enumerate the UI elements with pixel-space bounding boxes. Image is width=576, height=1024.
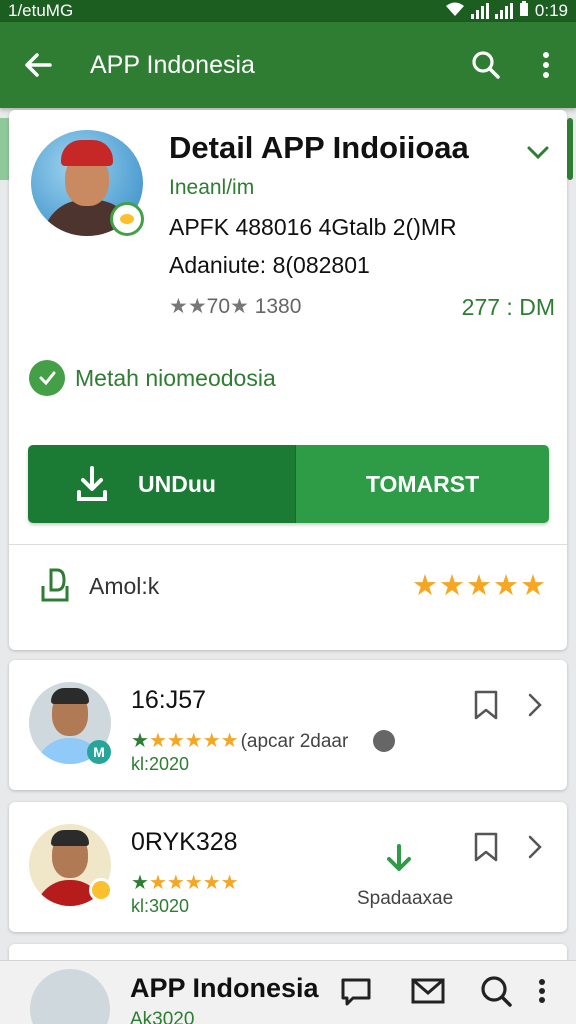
download-button[interactable]: UNDuu <box>28 445 296 523</box>
rating-value: 70 <box>206 295 231 318</box>
install-icon[interactable] <box>37 566 73 609</box>
bottom-bar-title: APP Indonesia <box>130 973 319 1003</box>
list-item[interactable]: 0RYK328 ★★★★★★ kl:3020 Spadaaxae <box>9 802 567 932</box>
battery-icon <box>519 0 529 22</box>
status-icons: 0:19 <box>445 0 568 22</box>
detail-update-info: Adaniute: 8(082801 <box>169 252 370 278</box>
app-bar-title: APP Indonesia <box>90 50 255 79</box>
star-green-icon: ★ <box>131 872 149 894</box>
list-item-rating: ★★★★★★ (apcar 2daar <box>131 728 348 753</box>
avatar[interactable] <box>30 969 110 1024</box>
detail-size: 277 : DM <box>461 294 555 320</box>
detail-rating: ★★70★ 1380 <box>169 294 301 319</box>
bottom-stars: ★★★★★ <box>412 570 547 602</box>
download-icon[interactable] <box>381 842 417 878</box>
download-label: UNDuu <box>138 470 216 497</box>
bookmark-icon[interactable] <box>473 690 499 725</box>
more-vert-icon[interactable] <box>522 971 562 1011</box>
bookmark-icon[interactable] <box>473 832 499 867</box>
verified-row: Metah niomeodosia <box>29 360 276 396</box>
status-carrier: 1/etuMG <box>8 1 74 20</box>
mail-icon[interactable] <box>408 971 448 1011</box>
list-item-rating: ★★★★★★ <box>131 870 239 895</box>
search-icon[interactable] <box>476 971 516 1011</box>
list-item-extra: (apcar 2daar <box>240 731 349 752</box>
expand-button[interactable] <box>523 138 553 168</box>
wifi-icon <box>445 1 465 22</box>
signal-icon <box>470 3 489 19</box>
status-time: 0:19 <box>534 1 568 20</box>
chevron-down-icon <box>527 146 549 160</box>
rating-stars-icon: ★★ <box>169 295 207 318</box>
list-badge-icon <box>89 878 113 902</box>
chat-icon[interactable] <box>336 971 376 1011</box>
detail-title: Detail APP Indoiioaa <box>169 130 469 165</box>
signal-icon-2 <box>494 3 513 19</box>
star-green-icon: ★ <box>131 730 149 752</box>
verified-label: Metah niomeodosia <box>75 364 276 391</box>
star-row-icon: ★★★★★ <box>148 730 239 752</box>
list-item-title: 16:J57 <box>131 686 207 714</box>
detail-card: Detail APP Indoiioaa Ineanl/im APFK 4880… <box>9 110 567 650</box>
detail-version-info: APFK 488016 4Gtalb 2()MR <box>169 214 457 240</box>
check-circle-icon <box>29 360 65 396</box>
list-item[interactable]: M 16:J57 ★★★★★★ (apcar 2daar kl:2020 <box>9 660 567 790</box>
divider <box>9 544 567 545</box>
rating-count: 1380 <box>254 295 302 318</box>
rating-star-icon: ★ <box>230 295 255 318</box>
bottom-label: Amol:k <box>89 573 160 599</box>
arrow-left-icon <box>25 53 52 77</box>
edge-highlight-left <box>0 118 9 180</box>
more-options-button[interactable] <box>516 22 576 108</box>
app-bar: APP Indonesia <box>0 22 576 108</box>
secondary-button[interactable]: TOMARST <box>296 445 549 523</box>
back-button[interactable] <box>0 22 76 108</box>
list-item-date: kl:2020 <box>131 754 190 774</box>
more-vert-icon <box>543 52 549 78</box>
bottom-bar: APP Indonesia Ak3020 <box>0 960 576 1024</box>
info-dot-icon <box>373 730 395 752</box>
detail-developer[interactable]: Ineanl/im <box>169 176 254 200</box>
chevron-right-icon[interactable] <box>527 834 543 865</box>
action-buttons: UNDuu TOMARST <box>28 445 549 523</box>
search-icon <box>472 51 500 79</box>
list-item-date: kl:3020 <box>131 896 190 916</box>
download-label: Spadaaxae <box>357 888 454 909</box>
download-icon <box>77 466 107 501</box>
status-bar: 1/etuMG 0:19 <box>0 0 576 22</box>
star-row-icon: ★★★★★ <box>148 872 239 894</box>
search-button[interactable] <box>456 22 516 108</box>
list-item-title: 0RYK328 <box>131 828 238 856</box>
chevron-right-icon[interactable] <box>527 692 543 723</box>
bottom-bar-subtitle: Ak3020 <box>130 1009 195 1024</box>
list-badge-icon: M <box>87 740 111 764</box>
verified-badge-icon <box>110 202 144 236</box>
scroll-indicator <box>567 118 573 180</box>
